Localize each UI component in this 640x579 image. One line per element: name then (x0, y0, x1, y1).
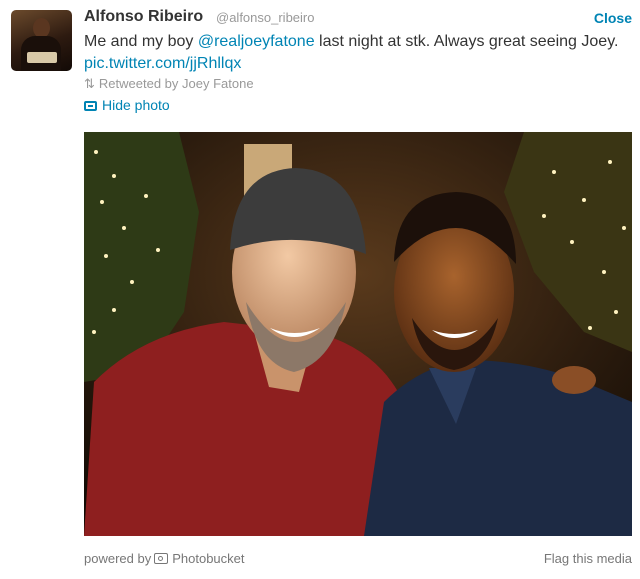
camera-icon (154, 553, 169, 564)
photo-image (84, 132, 632, 536)
author-name[interactable]: Alfonso Ribeiro (84, 8, 203, 26)
provider-link[interactable]: Photobucket (172, 551, 244, 566)
flag-media-link[interactable]: Flag this media (544, 551, 632, 566)
avatar-figure-book (27, 52, 57, 63)
avatar-figure-head (33, 18, 50, 38)
photo-link[interactable]: pic.twitter.com/jjRhllqx (84, 55, 241, 72)
photo-icon (84, 101, 97, 111)
media-attribution: powered by Photobucket (84, 551, 245, 566)
retweet-label: Retweeted by Joey Fatone (98, 76, 254, 91)
tweet-detail: Alfonso Ribeiro @alfonso_ribeiro Close M… (0, 0, 640, 579)
hide-photo-button[interactable]: Hide photo (84, 97, 170, 113)
retweet-icon: ⇅ (84, 76, 95, 91)
author-handle[interactable]: @alfonso_ribeiro (216, 10, 314, 25)
hide-photo-label: Hide photo (102, 97, 170, 113)
tweet-text: Me and my boy @realjoeyfatone last night… (84, 31, 632, 75)
tweet-text-part: Me and my boy (84, 33, 198, 50)
tweet-text-part: last night at stk. Always great seeing J… (314, 33, 619, 50)
close-button[interactable]: Close (594, 10, 632, 26)
powered-by-label: powered by (84, 551, 152, 566)
mention-link[interactable]: @realjoeyfatone (198, 33, 315, 50)
avatar[interactable] (11, 10, 72, 71)
retweet-info: ⇅ Retweeted by Joey Fatone (84, 76, 254, 92)
tweet-photo[interactable] (84, 132, 632, 536)
